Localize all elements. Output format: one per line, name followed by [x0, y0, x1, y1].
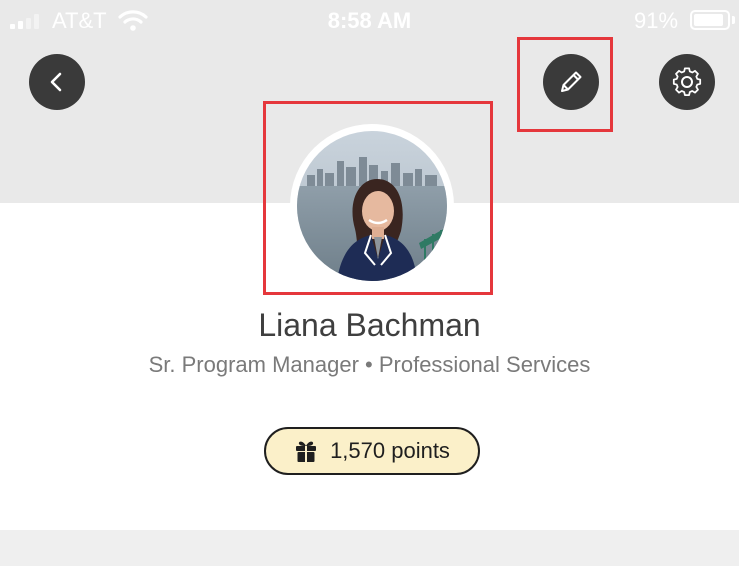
chevron-left-icon — [50, 72, 62, 92]
edit-button-highlight — [517, 37, 613, 132]
clock-time: 8:58 AM — [327, 8, 412, 33]
battery-icon — [690, 10, 730, 30]
battery-level-fill — [694, 14, 724, 26]
battery-percentage: 91% — [634, 8, 679, 33]
profile-subtitle: Sr. Program Manager • Professional Servi… — [148, 352, 591, 377]
points-label: 1,570 points — [330, 438, 450, 463]
gift-icon — [296, 441, 317, 462]
status-bar: AT&T 8:58 AM 91% — [0, 0, 739, 40]
back-button[interactable] — [29, 54, 85, 110]
gear-icon — [672, 67, 702, 96]
avatar-highlight — [263, 101, 493, 295]
profile-name: Liana Bachman — [258, 307, 481, 343]
settings-button[interactable] — [659, 54, 715, 110]
section-divider — [0, 530, 739, 566]
battery-tip — [732, 16, 735, 24]
points-badge[interactable]: 1,570 points — [264, 427, 480, 475]
